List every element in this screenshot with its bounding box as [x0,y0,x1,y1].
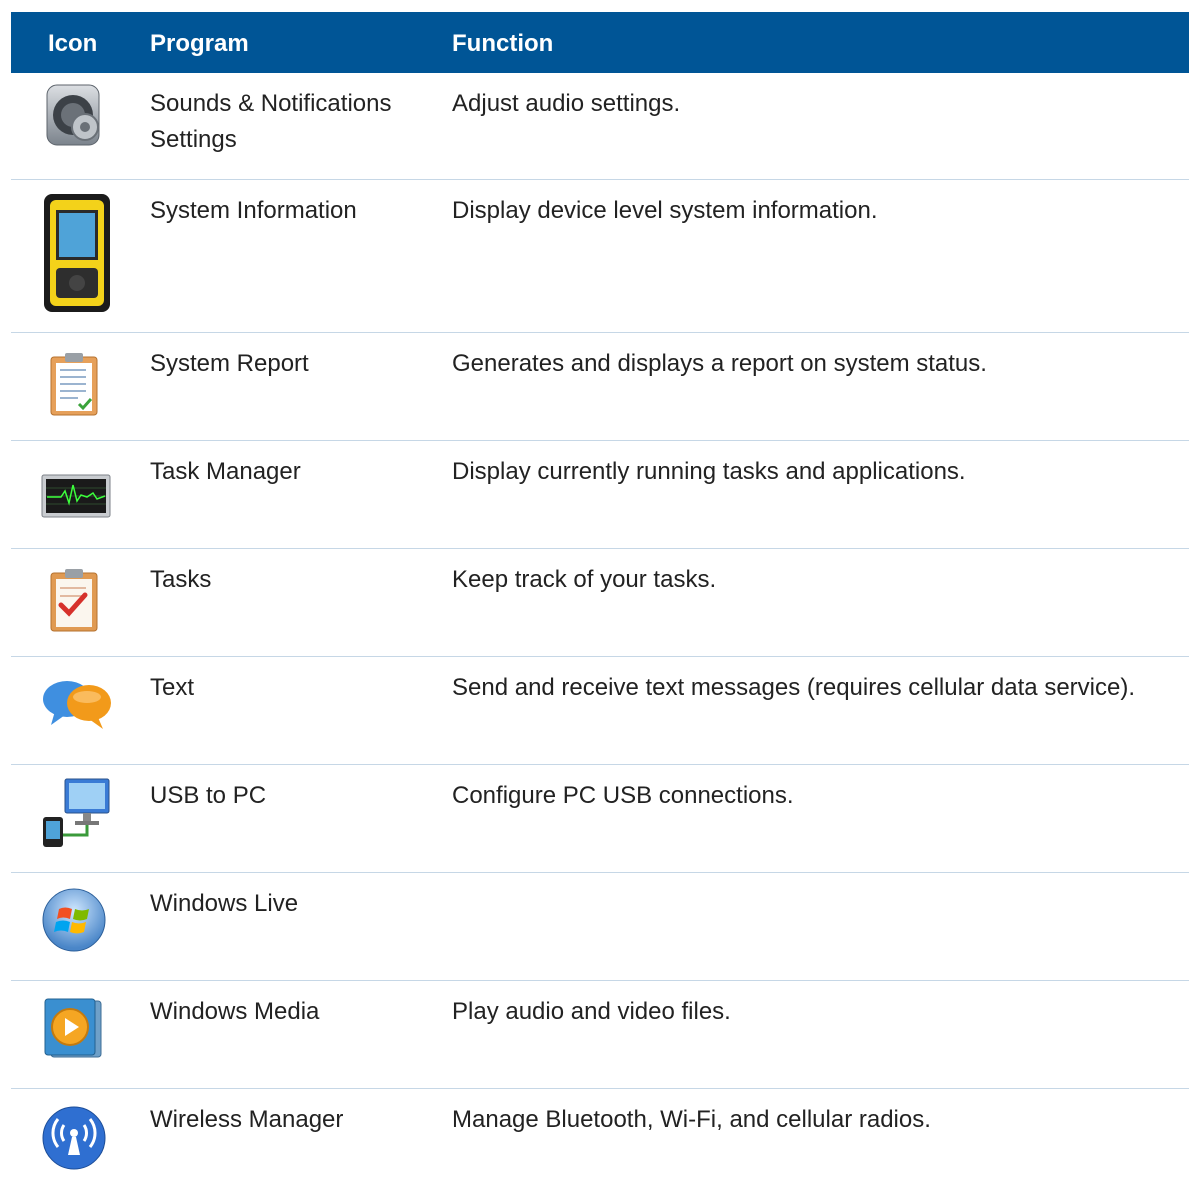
sounds-notifications-settings-icon [41,81,107,151]
program-function: Play audio and video files. [452,998,731,1025]
table-row: Sounds & Notifications Settings Adjust a… [11,73,1189,180]
header-icon-column: Icon [48,30,98,57]
program-function: Adjust audio settings. [452,90,681,117]
program-name: Windows Media [150,998,320,1025]
program-name: Sounds & Notifications Settings [150,90,392,153]
text-icon [41,675,113,735]
wireless-manager-icon [41,1105,107,1171]
program-name: System Information [150,197,357,224]
table-row: Windows Media Play audio and video files… [11,981,1189,1089]
task-manager-icon [41,471,111,521]
program-name: Text [150,674,195,701]
usb-to-pc-icon [41,777,111,849]
table-row: Wireless Manager Manage Bluetooth, Wi-Fi… [11,1089,1189,1189]
program-name: System Report [150,350,309,377]
table-row: System Report Generates and displays a r… [11,333,1189,441]
table-row: Text Send and receive text messages (req… [11,657,1189,765]
program-function: Send and receive text messages (requires… [452,674,1135,701]
program-function: Display currently running tasks and appl… [452,458,966,485]
header-function-column: Function [452,30,554,57]
table-row: Windows Live [11,873,1189,981]
program-function: Keep track of your tasks. [452,566,717,593]
tasks-icon [41,565,107,635]
table-row: System Information Display device level … [11,180,1189,333]
program-function: Configure PC USB connections. [452,782,794,809]
system-information-icon [41,192,113,314]
program-name: Windows Live [150,890,299,917]
table-row: Tasks Keep track of your tasks. [11,549,1189,657]
program-name: USB to PC [150,782,267,809]
windows-media-icon [41,995,107,1061]
table-row: USB to PC Configure PC USB connections. [11,765,1189,873]
program-function: Generates and displays a report on syste… [452,350,987,377]
table-row: Task Manager Display currently running t… [11,441,1189,549]
programs-table: Icon Program Function Sounds & Notificat… [11,12,1189,1189]
program-function: Display device level system information. [452,197,878,224]
system-report-icon [41,349,107,419]
windows-live-icon [41,887,107,953]
program-name: Tasks [150,566,212,593]
program-function: Manage Bluetooth, Wi-Fi, and cellular ra… [452,1106,931,1133]
program-name: Wireless Manager [150,1106,344,1133]
header-program-column: Program [150,30,249,57]
program-name: Task Manager [150,458,301,485]
table-header: Icon Program Function [11,12,1189,73]
